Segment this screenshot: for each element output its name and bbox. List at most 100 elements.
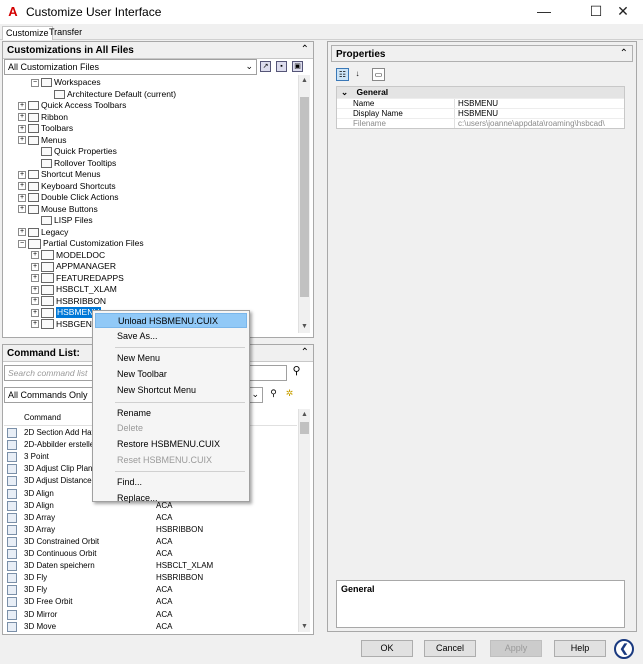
customization-file-select[interactable]: All Customization Files ⌄ (4, 59, 257, 75)
menu-item[interactable]: Rename (95, 406, 247, 421)
tab-transfer[interactable]: Transfer (46, 26, 85, 40)
properties-category[interactable]: ⌄ General (337, 87, 624, 98)
expand-node-icon[interactable]: + (31, 251, 39, 259)
tree-item[interactable]: Rollover Tooltips (31, 158, 116, 169)
tree-item[interactable]: + Menus (18, 135, 67, 146)
command-scrollbar[interactable]: ▲ ▼ (298, 409, 310, 632)
close-button[interactable]: ✕ (603, 0, 643, 24)
expand-node-icon[interactable]: + (18, 182, 26, 190)
expand-node-icon[interactable]: + (31, 308, 39, 317)
property-row[interactable]: Display Name HSBMENU (337, 108, 624, 118)
expand-node-icon[interactable]: + (31, 285, 39, 294)
table-row[interactable]: 3D Move ACA (4, 621, 297, 632)
table-row[interactable]: 3D Array HSBRIBBON (4, 524, 297, 536)
table-row[interactable]: 3D Array ACA (4, 512, 297, 524)
tree-item[interactable]: + Shortcut Menus (18, 169, 101, 180)
tree-item[interactable]: + FEATUREDAPPS (31, 273, 124, 284)
collapse-node-icon[interactable]: − (18, 239, 26, 248)
expand-node-icon[interactable]: + (31, 320, 39, 328)
command-scroll-thumb[interactable] (300, 422, 309, 434)
expand-node-icon[interactable]: + (18, 113, 26, 121)
tree-item[interactable]: − Partial Customization Files (18, 238, 144, 249)
expand-node-icon[interactable]: + (31, 262, 39, 271)
property-pages-icon[interactable]: ▭ (372, 68, 385, 81)
property-row[interactable]: Name HSBMENU (337, 98, 624, 108)
expand-node-icon[interactable]: + (31, 274, 39, 282)
filter-command-icon[interactable]: ⚲ (268, 389, 279, 400)
tree-item[interactable]: Quick Properties (31, 146, 117, 157)
tree-item[interactable]: + Mouse Buttons (18, 204, 98, 215)
menu-item[interactable]: Find... (95, 475, 247, 490)
tree-item[interactable]: + Quick Access Toolbars (18, 100, 126, 111)
table-row[interactable]: 3D Fly ACA (4, 584, 297, 596)
collapse-icon[interactable]: ⌃ (301, 44, 309, 55)
tab-customize[interactable]: Customize (2, 26, 53, 40)
categorized-icon[interactable]: ☷ (336, 68, 349, 81)
tree-item[interactable]: Architecture Default (current) (44, 89, 176, 100)
menu-item[interactable]: Restore HSBMENU.CUIX (95, 437, 247, 452)
menu-item[interactable]: New Shortcut Menu (95, 383, 247, 398)
command-filter-value: All Commands Only (8, 390, 88, 400)
table-row[interactable]: 3D Fly HSBRIBBON (4, 572, 297, 584)
property-key: Name (337, 99, 455, 108)
open-file-icon[interactable]: ↗ (260, 61, 271, 72)
help-button[interactable]: Help (554, 640, 606, 657)
collapse-node-icon[interactable]: − (31, 78, 39, 87)
expand-node-icon[interactable]: + (18, 205, 26, 213)
menu-item[interactable]: New Menu (95, 351, 247, 366)
table-row[interactable]: 3D Mirror ACA (4, 609, 297, 621)
ok-button[interactable]: OK (361, 640, 413, 657)
scroll-down-icon[interactable]: ▼ (299, 621, 310, 632)
expand-node-icon[interactable]: + (18, 170, 26, 179)
expand-node-icon[interactable]: + (18, 101, 26, 110)
table-row[interactable]: 3D Continuous Orbit ACA (4, 548, 297, 560)
tree-item[interactable]: + HSBMENU (31, 307, 101, 318)
expand-node-icon[interactable]: + (31, 297, 39, 305)
shortcut-menu-icon (28, 170, 39, 179)
apply-button[interactable]: Apply (490, 640, 542, 657)
save-all-icon[interactable]: ▣ (292, 61, 303, 72)
tree-item[interactable]: + MODELDOC (31, 250, 105, 261)
new-command-icon[interactable]: ✲ (284, 389, 295, 400)
tree-item[interactable]: + Keyboard Shortcuts (18, 181, 116, 192)
property-value[interactable]: HSBMENU (455, 99, 624, 108)
tree-item[interactable]: + APPMANAGER (31, 261, 116, 272)
table-row[interactable]: 3D Free Orbit ACA (4, 596, 297, 608)
collapse-panel-icon[interactable]: ❮ (614, 639, 634, 659)
tree-item[interactable]: − Workspaces (31, 77, 101, 88)
expand-node-icon[interactable]: + (18, 193, 26, 202)
expand-node-icon[interactable]: + (18, 124, 26, 133)
menu-item[interactable]: Unload HSBMENU.CUIX (95, 313, 247, 328)
table-row[interactable]: 3D Daten speichern HSBCLT_XLAM (4, 560, 297, 572)
minimize-button[interactable]: — (524, 0, 564, 24)
property-value[interactable]: HSBMENU (455, 109, 624, 118)
tree-scroll-thumb[interactable] (300, 97, 309, 297)
scroll-up-icon[interactable]: ▲ (299, 409, 310, 420)
scroll-up-icon[interactable]: ▲ (299, 75, 310, 86)
menu-item[interactable]: Save As... (95, 329, 247, 344)
tree-item[interactable]: + Ribbon (18, 112, 68, 123)
collapse-icon[interactable]: ⌃ (620, 48, 628, 59)
tree-item[interactable]: + HSBRIBBON (31, 296, 106, 307)
expand-node-icon[interactable]: + (18, 136, 26, 144)
sort-alpha-icon[interactable]: ↓ (351, 68, 364, 81)
collapse-icon[interactable]: ⌃ (301, 347, 309, 358)
save-icon[interactable]: ▪ (276, 61, 287, 72)
tree-scrollbar[interactable]: ▲ ▼ (298, 75, 310, 333)
tree-item[interactable]: + Toolbars (18, 123, 73, 134)
cancel-button[interactable]: Cancel (424, 640, 476, 657)
menu-item[interactable]: Replace... (95, 491, 247, 506)
expand-node-icon[interactable]: + (18, 228, 26, 236)
tree-item[interactable]: LISP Files (31, 215, 93, 226)
tree-item[interactable]: + Double Click Actions (18, 192, 118, 203)
tree-item[interactable]: + HSBCLT_XLAM (31, 284, 117, 295)
tree-item[interactable]: + Legacy (18, 227, 68, 238)
command-column-header[interactable]: Command (24, 409, 61, 426)
command-source: HSBCLT_XLAM (156, 561, 214, 571)
property-row[interactable]: Filename c:\users\joanne\appdata\roaming\… (337, 118, 624, 128)
search-icon[interactable]: ⚲ (291, 366, 302, 378)
table-row[interactable]: 3D Constrained Orbit ACA (4, 536, 297, 548)
menu-item[interactable]: New Toolbar (95, 367, 247, 382)
tree-item[interactable]: + HSBGEN (31, 319, 92, 330)
scroll-down-icon[interactable]: ▼ (299, 321, 310, 332)
